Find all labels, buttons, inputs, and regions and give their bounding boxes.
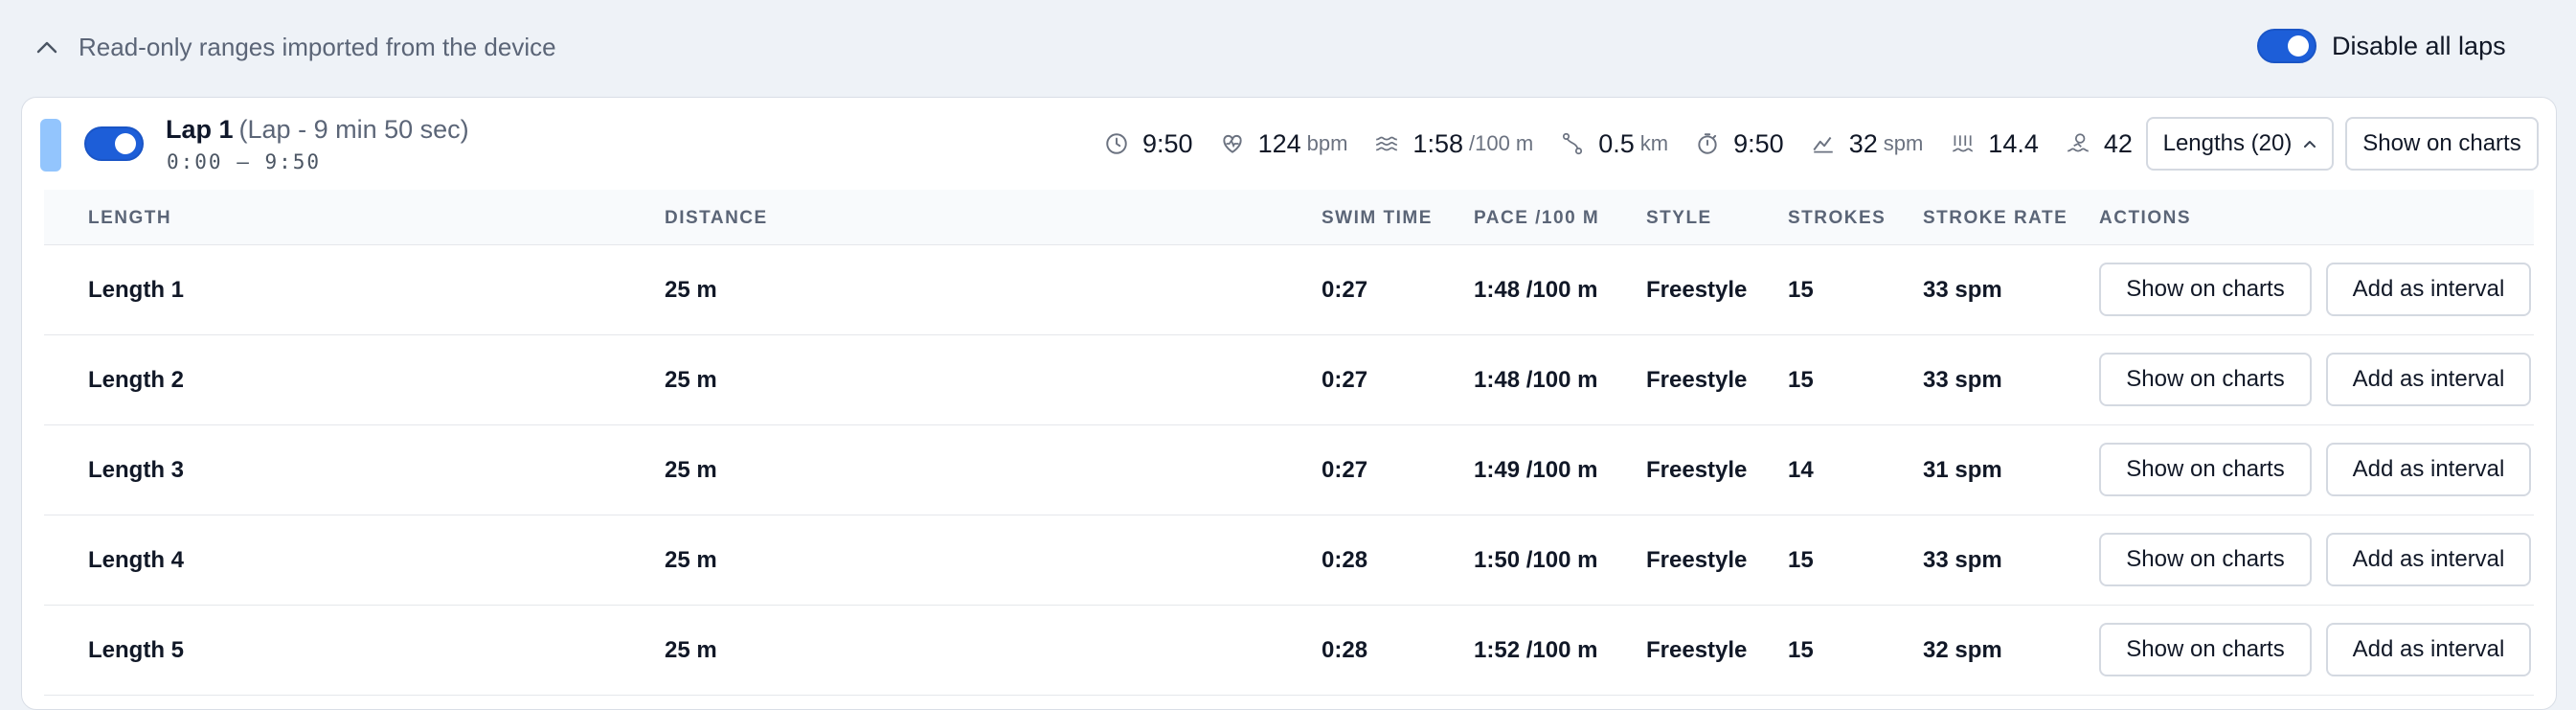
- stroke-rate-icon: [1813, 136, 1833, 153]
- cell-distance: 25 m: [665, 277, 717, 303]
- clock-icon: [1106, 133, 1127, 154]
- lap-time-range: 0:00 — 9:50: [167, 150, 322, 173]
- cell-length: Length 1: [88, 277, 184, 303]
- cell-stroke-rate: 33 spm: [1923, 547, 2002, 573]
- lap-color-swatch: [40, 119, 61, 172]
- table-row: Length 1 25 m 0:27 1:48 /100 m Freestyle…: [44, 245, 2534, 335]
- cell-swim-time: 0:27: [1322, 367, 1368, 393]
- ranges-header: Read-only ranges imported from the devic…: [0, 0, 2576, 96]
- cell-distance: 25 m: [665, 547, 717, 573]
- add-as-interval-button[interactable]: Add as interval: [2326, 353, 2531, 406]
- cell-stroke-rate: 33 spm: [1923, 367, 2002, 393]
- add-as-interval-button[interactable]: Add as interval: [2326, 533, 2531, 586]
- cell-swim-time: 0:27: [1322, 277, 1368, 303]
- chevron-up-icon: [36, 41, 57, 54]
- disable-all-laps-toggle[interactable]: Disable all laps: [2257, 29, 2506, 63]
- route-icon: [1563, 132, 1583, 155]
- cell-swim-time: 0:28: [1322, 547, 1368, 573]
- cell-strokes: 15: [1788, 547, 1814, 573]
- add-as-interval-button[interactable]: Add as interval: [2326, 263, 2531, 316]
- stat-stroke-rate: 32 spm: [1811, 129, 1923, 159]
- cell-pace: 1:52 /100 m: [1474, 637, 1598, 663]
- col-style: STYLE: [1646, 208, 1712, 228]
- cell-style: Freestyle: [1646, 547, 1748, 573]
- stopwatch-icon: [1698, 133, 1717, 154]
- cell-pace: 1:49 /100 m: [1474, 457, 1598, 483]
- cell-stroke-rate: 32 spm: [1923, 637, 2002, 663]
- heart-pulse-icon: [1222, 134, 1242, 153]
- cell-strokes: 14: [1788, 457, 1814, 483]
- table-row: Length 2 25 m 0:27 1:48 /100 m Freestyle…: [44, 335, 2534, 425]
- cell-strokes: 15: [1788, 637, 1814, 663]
- show-on-charts-button[interactable]: Show on charts: [2099, 443, 2312, 496]
- section-title: Read-only ranges imported from the devic…: [79, 33, 556, 61]
- stat-swolf: 14.4: [1950, 129, 2039, 159]
- col-stroke-rate: STROKE RATE: [1923, 208, 2068, 228]
- cell-pace: 1:50 /100 m: [1474, 547, 1598, 573]
- cell-style: Freestyle: [1646, 367, 1748, 393]
- cell-stroke-rate: 33 spm: [1923, 277, 2002, 303]
- show-on-charts-button[interactable]: Show on charts: [2099, 623, 2312, 676]
- cell-length: Length 4: [88, 547, 184, 573]
- waves-icon: [1376, 136, 1398, 151]
- cell-strokes: 15: [1788, 277, 1814, 303]
- col-pace: PACE /100 M: [1474, 208, 1600, 228]
- show-on-charts-button[interactable]: Show on charts: [2099, 263, 2312, 316]
- lap-title: Lap 1 (Lap - 9 min 50 sec): [166, 115, 469, 145]
- cell-pace: 1:48 /100 m: [1474, 367, 1598, 393]
- table-row: Length 3 25 m 0:27 1:49 /100 m Freestyle…: [44, 425, 2534, 515]
- swimmer-icon: [2067, 133, 2089, 152]
- cell-strokes: 15: [1788, 367, 1814, 393]
- lengths-table: LENGTH DISTANCE SWIM TIME PACE /100 M ST…: [44, 190, 2534, 696]
- lap-enable-toggle[interactable]: [84, 126, 144, 161]
- col-strokes: STROKES: [1788, 208, 1887, 228]
- table-header: LENGTH DISTANCE SWIM TIME PACE /100 M ST…: [44, 190, 2534, 245]
- stat-pace: 1:58/100 m: [1374, 129, 1533, 159]
- stat-strokes: 42: [2066, 129, 2133, 159]
- cell-pace: 1:48 /100 m: [1474, 277, 1598, 303]
- cell-style: Freestyle: [1646, 637, 1748, 663]
- collapse-button[interactable]: [33, 33, 61, 61]
- lap-stats: 9:50 124 bpm 1:58/100 m 0.5 km 9:50 32 spm: [1104, 126, 2159, 161]
- add-as-interval-button[interactable]: Add as interval: [2326, 443, 2531, 496]
- stat-duration: 9:50: [1104, 129, 1193, 159]
- chevron-up-icon: [2304, 141, 2316, 148]
- cell-style: Freestyle: [1646, 457, 1748, 483]
- col-length: LENGTH: [88, 208, 172, 228]
- cell-style: Freestyle: [1646, 277, 1748, 303]
- cell-distance: 25 m: [665, 457, 717, 483]
- cell-length: Length 3: [88, 457, 184, 483]
- lap-name: Lap 1: [166, 115, 234, 144]
- add-as-interval-button[interactable]: Add as interval: [2326, 623, 2531, 676]
- lap-show-on-charts-button[interactable]: Show on charts: [2345, 117, 2539, 171]
- cell-length: Length 2: [88, 367, 184, 393]
- cell-distance: 25 m: [665, 637, 717, 663]
- cell-swim-time: 0:28: [1322, 637, 1368, 663]
- col-distance: DISTANCE: [665, 208, 768, 228]
- cell-length: Length 5: [88, 637, 184, 663]
- show-on-charts-button[interactable]: Show on charts: [2099, 353, 2312, 406]
- toggle-switch[interactable]: [2257, 29, 2316, 63]
- swolf-icon: [1953, 135, 1974, 152]
- cell-stroke-rate: 31 spm: [1923, 457, 2002, 483]
- stat-moving-time: 9:50: [1695, 129, 1784, 159]
- table-row: Length 5 25 m 0:28 1:52 /100 m Freestyle…: [44, 606, 2534, 696]
- lap-card: Lap 1 (Lap - 9 min 50 sec) 0:00 — 9:50 9:…: [21, 97, 2557, 710]
- disable-all-laps-label: Disable all laps: [2332, 31, 2506, 60]
- show-on-charts-button[interactable]: Show on charts: [2099, 533, 2312, 586]
- table-row: Length 4 25 m 0:28 1:50 /100 m Freestyle…: [44, 515, 2534, 606]
- stat-distance: 0.5 km: [1560, 129, 1668, 159]
- stat-heart-rate: 124 bpm: [1220, 129, 1347, 159]
- lengths-dropdown-button[interactable]: Lengths (20): [2146, 117, 2334, 171]
- cell-distance: 25 m: [665, 367, 717, 393]
- cell-swim-time: 0:27: [1322, 457, 1368, 483]
- col-swim-time: SWIM TIME: [1322, 208, 1433, 228]
- col-actions: ACTIONS: [2099, 208, 2191, 228]
- lap-header: Lap 1 (Lap - 9 min 50 sec) 0:00 — 9:50 9:…: [22, 98, 2556, 190]
- lap-subtitle: (Lap - 9 min 50 sec): [238, 115, 469, 144]
- lengths-button-label: Lengths (20): [2162, 130, 2293, 156]
